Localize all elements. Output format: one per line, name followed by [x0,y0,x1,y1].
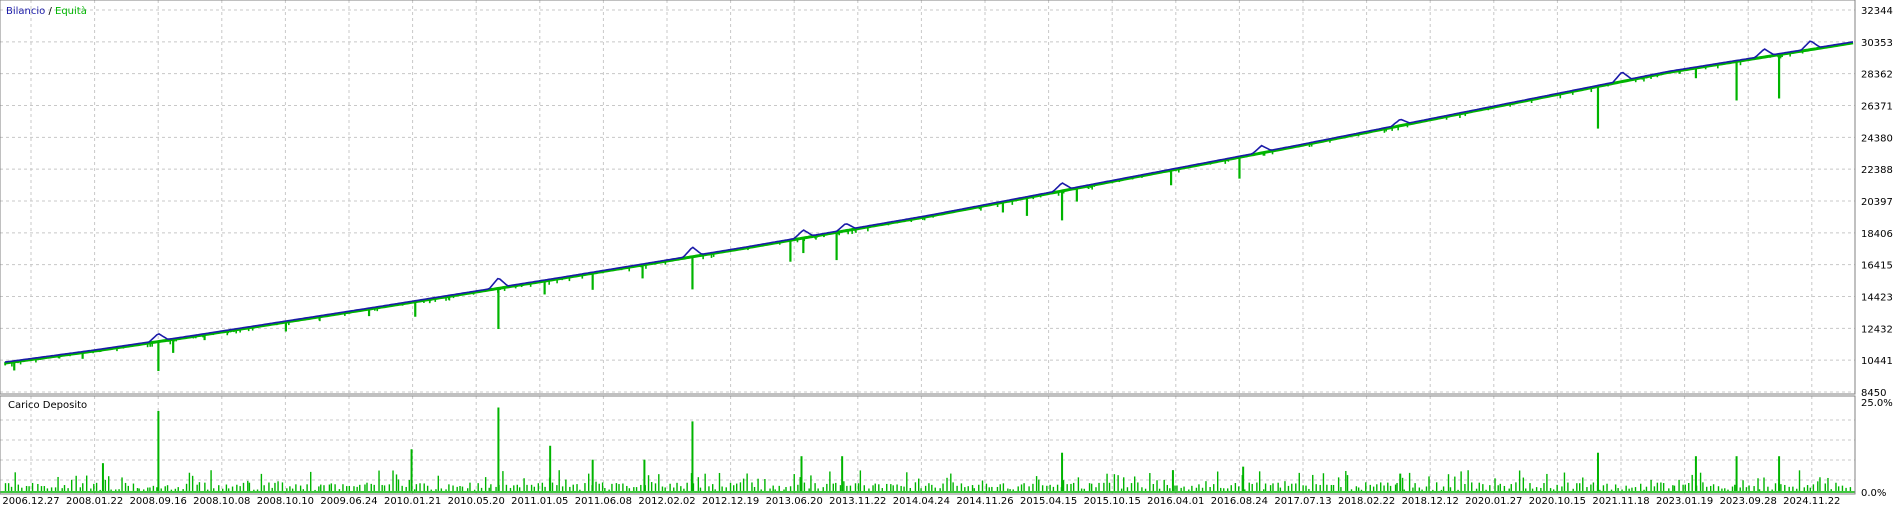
x-tick-label: 2016.08.24 [1211,496,1268,507]
x-tick-label: 2008.01.22 [66,496,123,507]
legend-equity: Equità [55,5,87,17]
x-tick-label: 2011.06.08 [575,496,632,507]
x-tick-label: 2008.10.10 [257,496,314,507]
chart-svg: 32344 30353 28362 26371 24380 22388 20397 18406… [0,0,1895,508]
y-tick-label: 28362 [1861,70,1893,81]
strategy-tester-graph: 32344 30353 28362 26371 24380 22388 20397 18406… [0,0,1895,508]
load-panel-title: Carico Deposito [8,400,87,411]
x-tick-label: 2010.05.20 [448,496,505,507]
legend-separator: / [45,6,55,17]
x-axis: 2006.12.27 2008.01.22 2008.09.16 2008.10.08… [2,496,1840,507]
x-tick-label: 2020.01.27 [1465,496,1522,507]
y-tick-label: 22388 [1861,165,1893,176]
y-tick-label: 16415 [1861,261,1893,272]
x-tick-label: 2014.04.24 [893,496,950,507]
x-tick-label: 2018.02.22 [1338,496,1395,507]
x-tick-label: 2023.09.28 [1720,496,1777,507]
y-tick-label: 12432 [1861,324,1893,335]
x-tick-label: 2006.12.27 [2,496,59,507]
y-tick-label: 32344 [1861,6,1893,17]
x-tick-label: 2012.02.02 [638,496,695,507]
x-tick-label: 2016.04.01 [1147,496,1204,507]
y-tick-label: 24380 [1861,133,1893,144]
x-tick-label: 2020.10.15 [1529,496,1586,507]
y-tick-label: 14423 [1861,293,1893,304]
y-tick-label: 10441 [1861,356,1893,367]
x-tick-label: 2010.01.21 [384,496,441,507]
y-tick-label: 18406 [1861,229,1893,240]
x-tick-label: 2015.04.15 [1020,496,1077,507]
load-y-tick-min: 0.0% [1861,488,1886,499]
background [0,0,1895,508]
y-tick-label: 26371 [1861,101,1893,112]
x-tick-label: 2014.11.26 [956,496,1013,507]
x-tick-label: 2012.12.19 [702,496,759,507]
x-tick-label: 2023.01.19 [1656,496,1713,507]
x-tick-label: 2024.11.22 [1783,496,1840,507]
y-tick-label: 30353 [1861,38,1893,49]
x-tick-label: 2015.10.15 [1084,496,1141,507]
x-tick-label: 2009.06.24 [320,496,377,507]
x-tick-label: 2013.06.20 [766,496,823,507]
x-tick-label: 2008.09.16 [130,496,187,507]
x-tick-label: 2008.10.08 [193,496,250,507]
x-tick-label: 2021.11.18 [1592,496,1649,507]
load-y-tick-max: 25.0% [1861,398,1893,409]
x-tick-label: 2011.01.05 [511,496,568,507]
legend-balance: Bilancio [6,6,45,17]
y-tick-label: 20397 [1861,197,1893,208]
x-tick-label: 2017.07.13 [1274,496,1331,507]
x-tick-label: 2013.11.22 [829,496,886,507]
x-tick-label: 2018.12.12 [1402,496,1459,507]
legend: Bilancio / Equità [6,5,87,17]
